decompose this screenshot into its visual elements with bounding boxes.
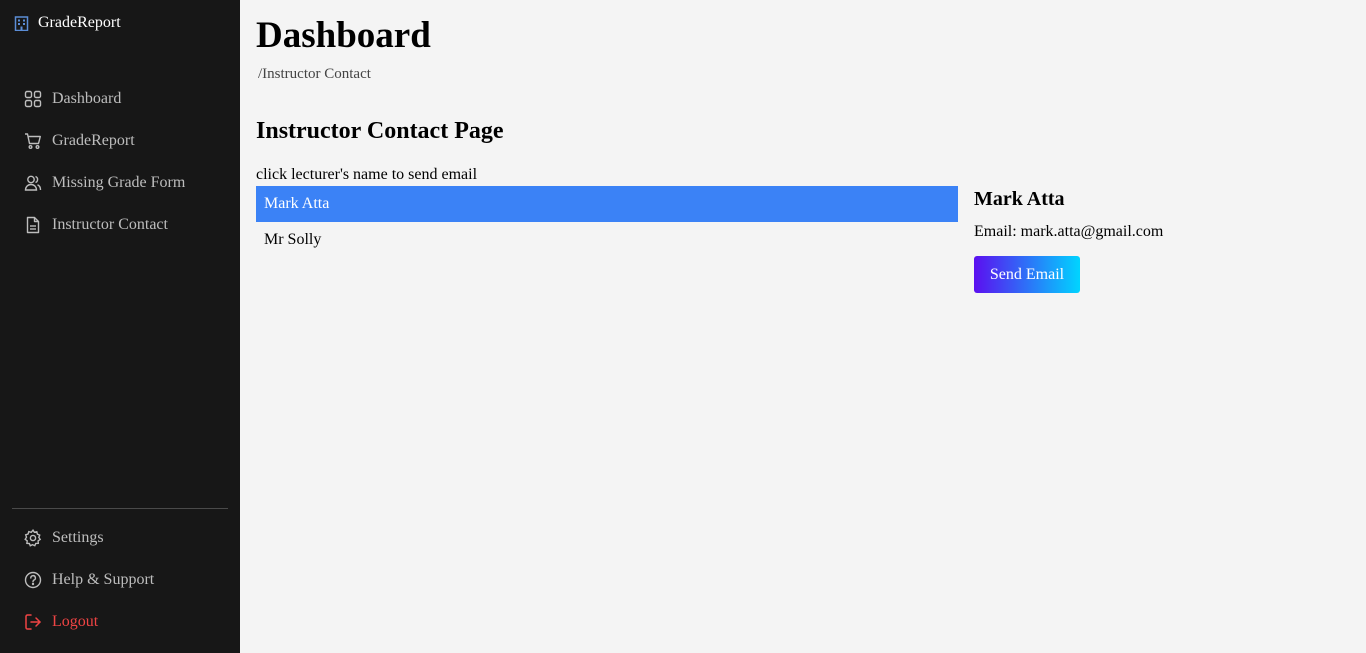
sidebar-item-help-support[interactable]: Help & Support bbox=[24, 559, 154, 601]
page-title: Dashboard bbox=[256, 15, 431, 56]
sidebar-item-settings[interactable]: Settings bbox=[24, 517, 154, 559]
logout-icon bbox=[24, 613, 42, 631]
sidebar-item-label: Help & Support bbox=[52, 571, 155, 588]
lecturer-name: Mark Atta bbox=[974, 188, 1065, 210]
document-icon bbox=[24, 216, 42, 234]
sidebar-item-label: GradeReport bbox=[52, 132, 135, 149]
users-icon bbox=[24, 174, 42, 192]
email-value: mark.atta@gmail.com bbox=[1020, 223, 1164, 240]
sidebar-item-instructor-contact[interactable]: Instructor Contact bbox=[24, 204, 185, 246]
sidebar: GradeReport Dashboard GradeReport Missin… bbox=[0, 0, 240, 653]
section-title: Instructor Contact Page bbox=[256, 118, 504, 144]
grid-icon bbox=[24, 90, 42, 108]
sidebar-item-label: Instructor Contact bbox=[52, 216, 168, 233]
lecturer-email: Email: mark.atta@gmail.com bbox=[974, 223, 1163, 241]
lecturer-list: Mark Atta Mr Solly bbox=[256, 186, 958, 258]
sidebar-divider bbox=[12, 508, 228, 509]
breadcrumb: /Instructor Contact bbox=[258, 66, 371, 82]
brand[interactable]: GradeReport bbox=[14, 14, 121, 32]
help-icon bbox=[24, 571, 42, 589]
sidebar-bottom: Settings Help & Support Logout bbox=[24, 517, 154, 643]
sidebar-nav: Dashboard GradeReport Missing Grade Form… bbox=[24, 78, 185, 246]
lecturer-item-mr-solly[interactable]: Mr Solly bbox=[256, 222, 958, 258]
sidebar-item-label: Missing Grade Form bbox=[52, 174, 186, 191]
sidebar-item-logout[interactable]: Logout bbox=[24, 601, 154, 643]
main-content: Dashboard /Instructor Contact Instructor… bbox=[240, 0, 1366, 653]
cart-icon bbox=[24, 132, 42, 150]
instruction-text: click lecturer's name to send email bbox=[256, 166, 478, 183]
sidebar-item-missing-grade-form[interactable]: Missing Grade Form bbox=[24, 162, 185, 204]
sidebar-item-label: Settings bbox=[52, 529, 104, 546]
lecturer-item-mark-atta[interactable]: Mark Atta bbox=[256, 186, 958, 222]
lecturer-detail: Mark Atta Email: mark.atta@gmail.com Send… bbox=[974, 188, 1163, 293]
building-icon bbox=[14, 15, 29, 31]
sidebar-item-dashboard[interactable]: Dashboard bbox=[24, 78, 185, 120]
gear-icon bbox=[24, 529, 42, 547]
sidebar-item-gradereport[interactable]: GradeReport bbox=[24, 120, 185, 162]
send-email-button[interactable]: Send Email bbox=[974, 256, 1080, 293]
sidebar-item-label: Logout bbox=[52, 613, 99, 630]
brand-title: GradeReport bbox=[38, 14, 121, 31]
email-label: Email: bbox=[974, 223, 1017, 240]
app: GradeReport Dashboard GradeReport Missin… bbox=[0, 0, 1366, 653]
sidebar-item-label: Dashboard bbox=[52, 90, 122, 107]
